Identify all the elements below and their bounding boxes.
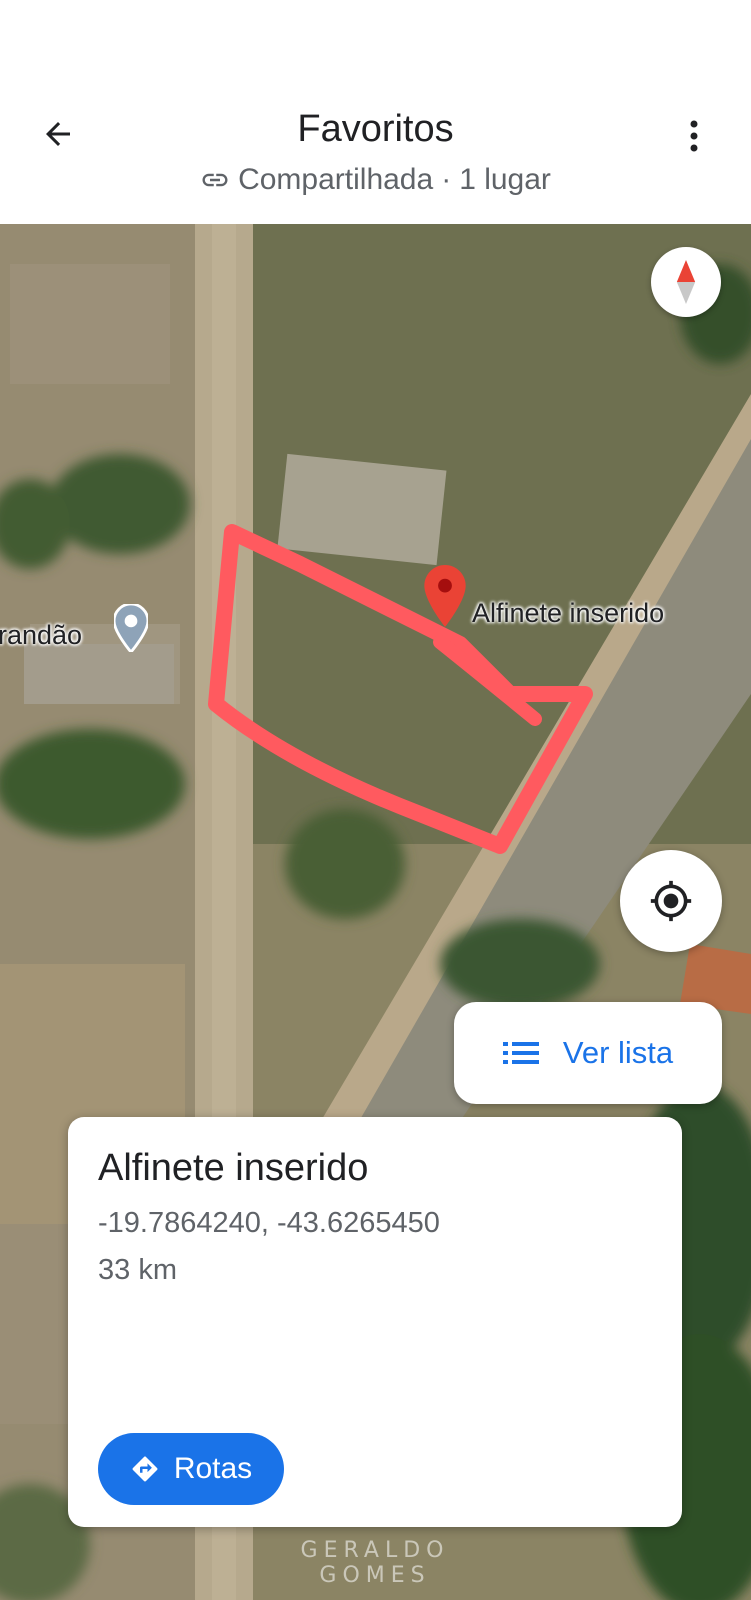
app-header: Favoritos Compartilhada · 1 lugar	[0, 0, 751, 224]
view-list-button[interactable]: Ver lista	[454, 1002, 722, 1104]
watermark: GERALDO GOMES	[300, 1538, 450, 1588]
more-options-button[interactable]	[676, 112, 712, 160]
place-title: Alfinete inserido	[98, 1147, 369, 1189]
poi-marker-icon[interactable]	[114, 604, 148, 652]
directions-label: Rotas	[173, 1452, 253, 1485]
map-pin-icon[interactable]	[424, 565, 466, 627]
my-location-button[interactable]	[620, 850, 722, 952]
view-list-label: Ver lista	[562, 1035, 674, 1070]
pin-label[interactable]: Alfinete inserido	[472, 598, 664, 629]
list-subtitle: Compartilhada · 1 lugar	[0, 163, 751, 197]
shared-status: Compartilhada	[238, 163, 434, 196]
list-icon	[502, 1042, 539, 1064]
more-vertical-icon	[690, 120, 698, 152]
place-distance: 33 km	[98, 1254, 177, 1286]
page-title: Favoritos	[297, 108, 454, 150]
my-location-icon	[650, 880, 692, 922]
poi-label[interactable]: randão	[0, 620, 82, 651]
directions-icon	[132, 1456, 158, 1482]
place-card[interactable]: Alfinete inserido -19.7864240, -43.62654…	[68, 1117, 682, 1527]
directions-button[interactable]: Rotas	[98, 1433, 284, 1505]
place-count: 1 lugar	[459, 163, 551, 196]
place-coordinates: -19.7864240, -43.6265450	[98, 1207, 440, 1239]
compass-icon	[676, 260, 696, 304]
compass-button[interactable]	[651, 247, 721, 317]
link-icon	[202, 173, 228, 187]
subtitle-separator: ·	[441, 163, 452, 196]
